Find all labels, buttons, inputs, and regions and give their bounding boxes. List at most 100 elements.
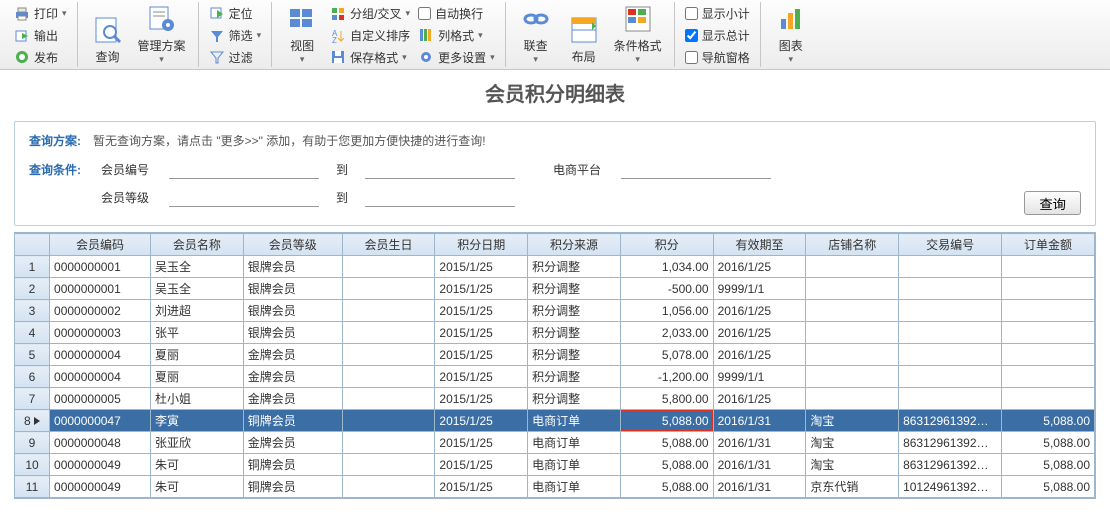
- cell-exp[interactable]: 2016/1/31: [713, 454, 806, 476]
- cell-src[interactable]: 积分调整: [528, 300, 621, 322]
- cell-exp[interactable]: 9999/1/1: [713, 366, 806, 388]
- col-header-7[interactable]: 有效期至: [713, 234, 806, 256]
- cell-bd[interactable]: [342, 300, 435, 322]
- cell-src[interactable]: 电商订单: [528, 432, 621, 454]
- cell-src[interactable]: 电商订单: [528, 410, 621, 432]
- cell-amt[interactable]: [1002, 366, 1095, 388]
- cell-exp[interactable]: 2016/1/31: [713, 476, 806, 498]
- cell-bd[interactable]: [342, 344, 435, 366]
- cell-amt[interactable]: [1002, 256, 1095, 278]
- cell-pts[interactable]: 5,088.00: [620, 476, 713, 498]
- group-button[interactable]: 分组/交叉▾: [326, 4, 414, 24]
- cell-amt[interactable]: [1002, 278, 1095, 300]
- cell-bd[interactable]: [342, 476, 435, 498]
- cell-exp[interactable]: 2016/1/25: [713, 344, 806, 366]
- cell-txn[interactable]: 86312961392…: [899, 432, 1002, 454]
- cell-lvl[interactable]: 银牌会员: [243, 256, 342, 278]
- plan-big-button[interactable]: 管理方案▾: [132, 2, 192, 67]
- view-big-button[interactable]: 视图▾: [278, 2, 326, 67]
- cell-date[interactable]: 2015/1/25: [435, 300, 528, 322]
- savefmt-button[interactable]: 保存格式▾: [326, 47, 414, 67]
- publish-button[interactable]: 发布: [10, 47, 71, 67]
- col-header-3[interactable]: 会员生日: [342, 234, 435, 256]
- cell-shop[interactable]: [806, 388, 899, 410]
- col-header-8[interactable]: 店铺名称: [806, 234, 899, 256]
- more-button[interactable]: 更多设置▾: [414, 47, 499, 67]
- cell-shop[interactable]: [806, 256, 899, 278]
- cell-date[interactable]: 2015/1/25: [435, 344, 528, 366]
- cell-amt[interactable]: 5,088.00: [1002, 476, 1095, 498]
- cell-amt[interactable]: [1002, 344, 1095, 366]
- cell-pts[interactable]: 5,088.00: [620, 454, 713, 476]
- cell-amt[interactable]: 5,088.00: [1002, 410, 1095, 432]
- table-row[interactable]: 60000000004夏丽金牌会员2015/1/25积分调整-1,200.009…: [15, 366, 1095, 388]
- cell-exp[interactable]: 9999/1/1: [713, 278, 806, 300]
- cell-name[interactable]: 朱可: [151, 454, 244, 476]
- total-check[interactable]: 显示总计: [681, 26, 754, 46]
- col-header-9[interactable]: 交易编号: [899, 234, 1002, 256]
- member-id-from-input[interactable]: [169, 159, 319, 179]
- cell-pts[interactable]: -1,200.00: [620, 366, 713, 388]
- table-row[interactable]: 20000000001吴玉全银牌会员2015/1/25积分调整-500.0099…: [15, 278, 1095, 300]
- table-row[interactable]: 100000000049朱可铜牌会员2015/1/25电商订单5,088.002…: [15, 454, 1095, 476]
- table-row[interactable]: 70000000005杜小姐金牌会员2015/1/25积分调整5,800.002…: [15, 388, 1095, 410]
- cell-bd[interactable]: [342, 432, 435, 454]
- cell-amt[interactable]: 5,088.00: [1002, 432, 1095, 454]
- cell-date[interactable]: 2015/1/25: [435, 476, 528, 498]
- query-button[interactable]: 查询: [1024, 191, 1081, 215]
- cell-amt[interactable]: [1002, 388, 1095, 410]
- cell-exp[interactable]: 2016/1/25: [713, 256, 806, 278]
- cell-lvl[interactable]: 金牌会员: [243, 432, 342, 454]
- cell-src[interactable]: 积分调整: [528, 366, 621, 388]
- cell-txn[interactable]: 86312961392…: [899, 454, 1002, 476]
- chart-big-button[interactable]: 图表▾: [767, 2, 815, 67]
- cell-name[interactable]: 张亚欣: [151, 432, 244, 454]
- cell-date[interactable]: 2015/1/25: [435, 256, 528, 278]
- cell-pts[interactable]: 5,078.00: [620, 344, 713, 366]
- cell-code[interactable]: 0000000001: [50, 278, 151, 300]
- cell-pts[interactable]: 5,800.00: [620, 388, 713, 410]
- cell-code[interactable]: 0000000048: [50, 432, 151, 454]
- cell-bd[interactable]: [342, 278, 435, 300]
- cell-exp[interactable]: 2016/1/31: [713, 410, 806, 432]
- cell-bd[interactable]: [342, 366, 435, 388]
- cell-date[interactable]: 2015/1/25: [435, 366, 528, 388]
- col-header-6[interactable]: 积分: [620, 234, 713, 256]
- search-big-button[interactable]: 查询: [84, 2, 132, 67]
- cell-date[interactable]: 2015/1/25: [435, 322, 528, 344]
- cell-name[interactable]: 李寅: [151, 410, 244, 432]
- table-row[interactable]: 40000000003张平银牌会员2015/1/25积分调整2,033.0020…: [15, 322, 1095, 344]
- cell-date[interactable]: 2015/1/25: [435, 454, 528, 476]
- cell-name[interactable]: 杜小姐: [151, 388, 244, 410]
- cell-shop[interactable]: [806, 322, 899, 344]
- col-header-2[interactable]: 会员等级: [243, 234, 342, 256]
- member-level-from-input[interactable]: [169, 187, 319, 207]
- cell-shop[interactable]: [806, 300, 899, 322]
- cell-txn[interactable]: [899, 278, 1002, 300]
- link-big-button[interactable]: 联查▾: [512, 2, 560, 67]
- cell-txn[interactable]: [899, 366, 1002, 388]
- cell-src[interactable]: 积分调整: [528, 322, 621, 344]
- cell-pts[interactable]: 1,034.00: [620, 256, 713, 278]
- cell-name[interactable]: 张平: [151, 322, 244, 344]
- cell-code[interactable]: 0000000001: [50, 256, 151, 278]
- cell-lvl[interactable]: 金牌会员: [243, 388, 342, 410]
- cell-shop[interactable]: 淘宝: [806, 454, 899, 476]
- subtotal-check[interactable]: 显示小计: [681, 4, 754, 24]
- cell-txn[interactable]: 86312961392…: [899, 410, 1002, 432]
- cell-name[interactable]: 夏丽: [151, 366, 244, 388]
- cell-pts[interactable]: 5,088.00: [620, 432, 713, 454]
- cell-lvl[interactable]: 铜牌会员: [243, 476, 342, 498]
- cell-lvl[interactable]: 铜牌会员: [243, 454, 342, 476]
- cell-code[interactable]: 0000000004: [50, 344, 151, 366]
- navwin-check[interactable]: 导航窗格: [681, 47, 754, 67]
- table-row[interactable]: 8 0000000047李寅铜牌会员2015/1/25电商订单5,088.002…: [15, 410, 1095, 432]
- cell-code[interactable]: 0000000004: [50, 366, 151, 388]
- table-row[interactable]: 110000000049朱可铜牌会员2015/1/25电商订单5,088.002…: [15, 476, 1095, 498]
- table-row[interactable]: 90000000048张亚欣金牌会员2015/1/25电商订单5,088.002…: [15, 432, 1095, 454]
- filter-button[interactable]: 筛选▾: [205, 26, 266, 46]
- cell-src[interactable]: 积分调整: [528, 344, 621, 366]
- cell-bd[interactable]: [342, 454, 435, 476]
- cell-code[interactable]: 0000000049: [50, 476, 151, 498]
- cell-pts[interactable]: 5,088.00: [620, 410, 713, 432]
